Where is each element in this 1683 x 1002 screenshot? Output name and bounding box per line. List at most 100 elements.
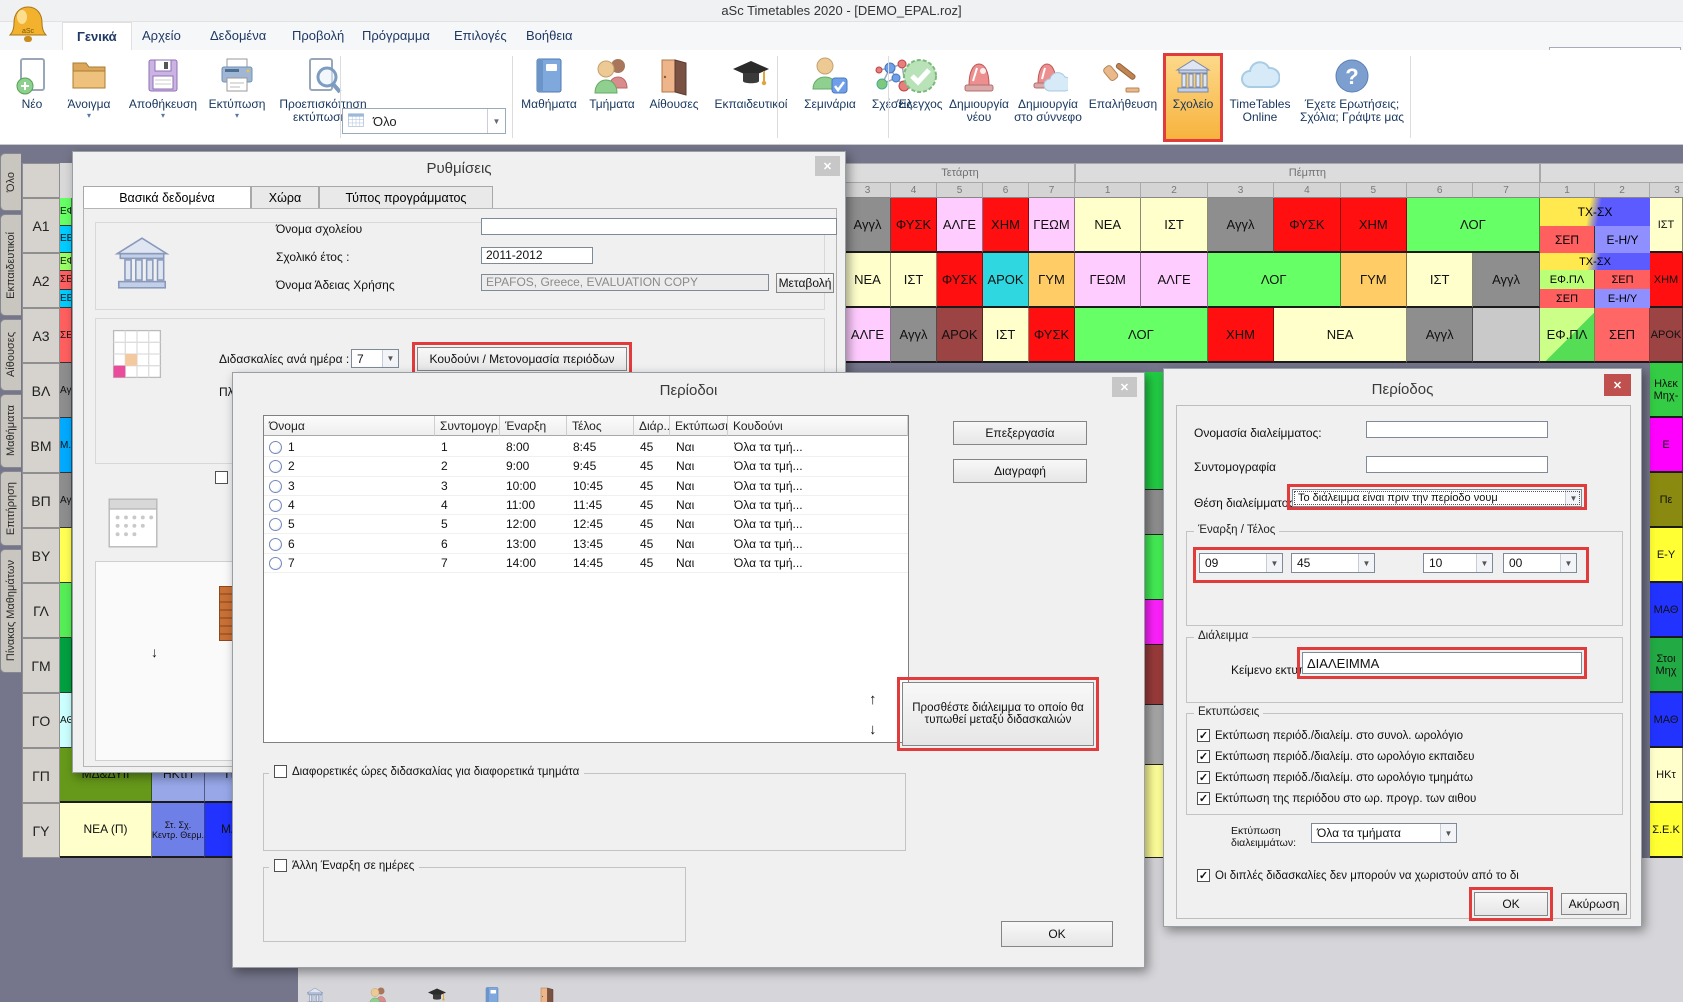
grid-cell[interactable]: ΙΣΤ [1407,253,1473,308]
settings-tab-1[interactable]: Χώρα [251,186,319,209]
row-header-ΒΛ[interactable]: ΒΛ [22,363,60,418]
grid-cell[interactable]: ΙΣΤ [891,253,937,308]
row-header-ΓΛ[interactable]: ΓΛ [22,583,60,638]
row-header-A3[interactable]: A3 [22,308,60,363]
row-header-A2[interactable]: A2 [22,253,60,308]
grid-cell[interactable]: Αγγλ [1208,198,1274,253]
grid-cell[interactable]: ΛΟΓ [1208,253,1341,308]
grid-cell[interactable]: Αγγλ [1473,253,1539,308]
settings-tab-2[interactable]: Τύπος προγράμματος [319,186,493,209]
delete-period-button[interactable]: Διαγραφή [953,459,1087,483]
ribbon-item-question-circle[interactable]: ?Έχετε Ερωτήσεις; Σχόλια; Γράψτε μας [1294,54,1410,124]
grid-cell-sliver[interactable]: ΕΦ [60,198,72,226]
row-header-ΓΟ[interactable]: ΓΟ [22,693,60,748]
ribbon-item-classes-people[interactable]: Τμήματα [584,54,640,111]
grid-cell-sliver[interactable]: ΑΘ [60,693,72,748]
ribbon-item-open-folder[interactable]: Άνοιγμα▾ [57,54,121,120]
move-up-arrow[interactable]: ↑ [869,691,877,708]
checkbox-checked-icon[interactable]: ✓ [1197,869,1210,882]
ribbon-item-generate-siren[interactable]: Δημιουργία νέου [948,54,1010,124]
table-row[interactable]: 6613:0013:4545ΝαιΌλα τα τμή... [264,535,908,554]
time-dropdown-2[interactable]: 10▼ [1423,553,1493,573]
checkbox-icon[interactable] [274,859,287,872]
side-tab-1[interactable]: Εκπαιδευτικοί [0,214,21,316]
side-tab-2[interactable]: Αίθουσες [0,319,21,391]
table-row[interactable]: 4411:0011:4545ΝαιΌλα τα τμή... [264,496,908,515]
period-ok-button[interactable]: OK [1474,892,1548,916]
grid-cell-strip[interactable]: Στοι Μηχ [1650,638,1683,693]
grid-cell-sliver[interactable]: ΕΕ [60,290,72,308]
grid-cell[interactable] [1473,308,1539,363]
table-header-6[interactable]: Κουδούνι [728,416,908,436]
time-dropdown-1[interactable]: 45▼ [1291,553,1375,573]
grid-cell-strip[interactable]: ΧΗΜ [1650,253,1683,308]
grid-cell-strip[interactable]: ΙΣΤ [1650,198,1683,253]
menu-tab-6[interactable]: Βοήθεια [512,22,587,50]
print-text-input[interactable]: ΔΙΑΛΕΙΜΜΑ [1302,652,1582,674]
grid-cell[interactable]: ΧΗΜ [1341,198,1407,253]
grid-cell-sliver[interactable] [60,528,72,583]
grid-cell-strip[interactable]: Ηλεκ Μηχ- [1650,363,1683,418]
grid-cell[interactable]: ΕΦ.ΠΛ [1540,308,1595,363]
grid-cell[interactable]: ΙΣΤ [983,308,1029,363]
bottom-school-bank-icon[interactable] [305,986,325,1002]
print-checkbox-2[interactable]: ✓Εκτύπωση περιόδ./διαλείμ. στο ωρολόγιο … [1197,771,1473,784]
table-header-0[interactable]: Όνομα [264,416,435,436]
table-row[interactable]: 5512:0012:4545ΝαιΌλα τα τμή... [264,515,908,534]
table-row[interactable]: 118:008:4545ΝαιΌλα τα τμή... [264,438,908,457]
time-dropdown-3[interactable]: 00▼ [1503,553,1577,573]
grid-cell-strip[interactable]: ΑΡΟΚ [1650,308,1683,363]
grid-cell[interactable]: ΦΥΣΚ [1274,198,1340,253]
bottom-classrooms-door-icon[interactable] [537,986,557,1002]
row-header-ΒΜ[interactable]: ΒΜ [22,418,60,473]
ribbon-item-check-seal[interactable]: Έλεγχος [892,54,948,111]
grid-cell[interactable]: ΛΟΓ [1075,308,1208,363]
time-dropdown-0[interactable]: 09▼ [1199,553,1283,573]
grid-cell-sliver[interactable]: ΣΕ [60,308,72,363]
grid-cell-strip[interactable]: Σ.Ε.Κ [1650,803,1683,858]
ribbon-item-generate-cloud-siren[interactable]: Δημιουργία στο σύννεφο [1010,54,1086,124]
grid-cell-sliver[interactable]: ΣΕ [60,271,72,289]
grid-cell[interactable]: ΙΣΤ [1141,198,1207,253]
school-name-input[interactable] [481,218,837,235]
close-icon[interactable]: ✕ [1604,374,1631,396]
menu-tab-4[interactable]: Πρόγραμμα [348,22,444,50]
menu-tab-2[interactable]: Δεδομένα [196,22,280,50]
grid-cell[interactable]: ΦΥΣΚ [891,198,937,253]
grid-cell-strip[interactable]: Ε [1650,418,1683,473]
chevron-down-icon[interactable]: ▾ [235,111,239,120]
row-header-ΓΠ[interactable]: ΓΠ [22,748,60,803]
checkbox-checked-icon[interactable]: ✓ [1197,771,1210,784]
grid-cell-sliver[interactable]: Αγ [60,363,72,418]
settings-tab-0[interactable]: Βασικά δεδομένα [83,186,251,209]
row-header-ΒΥ[interactable]: ΒΥ [22,528,60,583]
diff-hours-checkbox[interactable]: Διαφορετικές ώρες διδασκαλίας για διαφορ… [269,765,584,778]
other-start-checkbox[interactable]: Άλλη Έναρξη σε ημέρες [269,859,419,872]
chevron-down-icon[interactable]: ▼ [487,109,505,133]
row-header-ΓΜ[interactable]: ΓΜ [22,638,60,693]
row-header-A1[interactable]: A1 [22,198,60,253]
grid-cell-strip[interactable]: ΗΚτ [1650,748,1683,803]
chevron-down-icon[interactable]: ▾ [87,111,91,120]
side-tab-4[interactable]: Επιτήρηση [0,471,21,546]
move-down-arrow[interactable]: ↓ [869,721,877,738]
break-position-dropdown[interactable]: Το διάλειμμα είναι πριν την περίοδο νουμ… [1292,489,1582,507]
side-tab-5[interactable]: Πίνακας Μαθημάτων [0,549,21,673]
grid-cell[interactable]: ΑΛΓΕ [845,308,891,363]
bottom-subjects-book-icon[interactable] [482,986,502,1002]
grid-cell-sliver[interactable] [60,583,72,638]
grid-cell[interactable]: ΛΟΓ [1407,198,1540,253]
grid-cell-sliver[interactable]: ΕΦ [60,253,72,271]
period-cancel-button[interactable]: Ακύρωση [1561,893,1627,915]
ribbon-item-classrooms-door[interactable]: Αίθουσες [644,54,704,111]
ribbon-item-verify-gavel[interactable]: Επαλήθευση [1086,54,1160,111]
grid-cell-sliver[interactable]: Μ.Ε [60,418,72,473]
grid-cell[interactable]: Αγγλ [1407,308,1473,363]
grid-cell[interactable]: ΑΛΓΕ [937,198,983,253]
grid-cell[interactable]: ΑΡΟΚ [937,308,983,363]
ribbon-item-print[interactable]: Εκτύπωση▾ [205,54,269,120]
grid-cell[interactable]: ΓΕΩΜ [1075,253,1141,308]
school-year-input[interactable]: 2011-2012 [481,247,593,264]
grid-cell[interactable]: ΓΥΜ [1341,253,1407,308]
print-checkbox-3[interactable]: ✓Εκτύπωση της περιόδου στο ωρ. προγρ. τω… [1197,792,1476,805]
